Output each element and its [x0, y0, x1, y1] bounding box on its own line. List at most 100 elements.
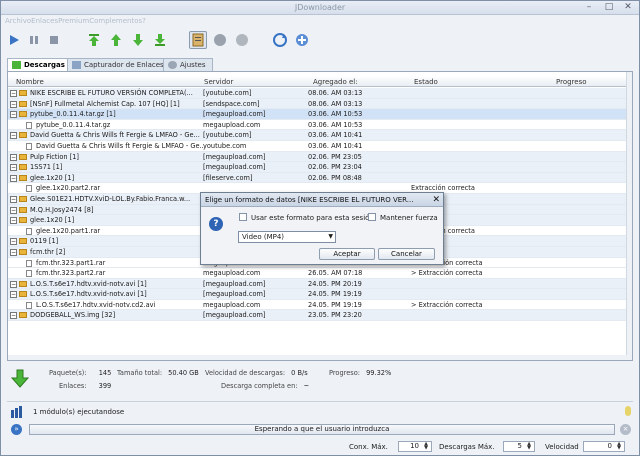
status-progress: Esperando a que el usuario introduzca — [29, 424, 615, 435]
file-icon — [26, 185, 32, 193]
column-state-header[interactable]: Estado — [414, 78, 438, 86]
minimize-button[interactable]: – — [579, 2, 599, 13]
expand-toggle-icon[interactable]: − — [10, 195, 17, 203]
expand-toggle-icon[interactable]: − — [10, 132, 17, 140]
package-row[interactable]: − 1SS71 [1] [megaupload.com] 02.06. PM 23:0… — [8, 162, 628, 173]
accept-button[interactable]: Aceptar — [319, 248, 375, 260]
package-row[interactable]: − Pulp Fiction [1] [megaupload.com] 02.06. … — [8, 151, 628, 163]
download-arrow-icon — [10, 369, 30, 389]
move-down-button[interactable] — [129, 31, 147, 49]
dialog-title-bar: Elige un formato de datos [NIKE ESCRIBE … — [201, 193, 443, 207]
keep-force-checkbox[interactable] — [368, 213, 376, 221]
spinner-arrows-icon[interactable]: ▲ ▼ — [422, 442, 430, 451]
move-up-button[interactable] — [107, 31, 125, 49]
package-name: Pulp Fiction [1] — [30, 152, 79, 161]
package-row[interactable]: − glee.1x20 [1] [fileserve.com] 02.06. PM 0… — [8, 172, 628, 184]
cancel-button[interactable]: Cancelar — [378, 248, 435, 260]
start-button[interactable] — [5, 31, 23, 49]
file-icon — [26, 259, 32, 267]
expand-toggle-icon[interactable]: − — [10, 153, 17, 161]
reconnect-icon — [214, 34, 226, 46]
eta-stat: Descarga completa en: ~ — [221, 382, 310, 390]
file-icon — [26, 227, 32, 235]
format-select[interactable]: Video (MP4) ▼ — [238, 231, 336, 243]
expand-toggle-icon[interactable]: − — [10, 238, 17, 246]
package-row[interactable]: − [NSnF] Fullmetal Alchemist Cap. 107 [HQ… — [8, 98, 628, 110]
expand-toggle-icon[interactable]: − — [10, 280, 17, 288]
package-name: fcm.thr [2] — [30, 247, 66, 256]
question-icon: ? — [209, 217, 223, 231]
package-row[interactable]: − DODGEBALL_WS.img [32] [megaupload.com] 23… — [8, 310, 628, 322]
clipboard-observer-button[interactable] — [189, 31, 207, 49]
folder-icon — [19, 132, 27, 139]
vertical-scrollbar[interactable] — [626, 72, 632, 360]
expand-toggle-icon[interactable]: − — [10, 206, 17, 214]
expand-toggle-icon[interactable]: − — [10, 90, 17, 97]
speed-stat: Velocidad de descargas: 0 B/s — [205, 369, 308, 377]
premium-button[interactable] — [233, 31, 251, 49]
folder-icon — [19, 312, 27, 319]
maximize-button[interactable]: □ — [599, 2, 619, 13]
expand-toggle-icon[interactable]: − — [10, 100, 17, 108]
speed-limit-input[interactable]: 0 ▲ ▼ — [583, 441, 625, 452]
package-name: David Guetta & Chris Wills ft Fergie & L… — [30, 131, 200, 140]
fast-forward-icon[interactable]: » — [11, 424, 22, 435]
added-cell: 24.05. PM 19:19 — [308, 300, 362, 309]
dialog-close-icon[interactable]: ✕ — [432, 195, 440, 205]
added-cell: 02.06. PM 08:48 — [308, 173, 362, 182]
package-row[interactable]: − NIKE ESCRIBE EL FUTURO VERSIÓN COMPLETA… — [8, 88, 628, 99]
expand-toggle-icon[interactable]: − — [10, 312, 17, 320]
expand-toggle-icon[interactable]: − — [10, 248, 17, 256]
server-cell: youtube.com — [203, 141, 247, 150]
column-server-header[interactable]: Servidor — [204, 78, 233, 86]
folder-icon — [19, 100, 27, 107]
menu-bar[interactable]: ArchivoEnlacesPremiumComplementos? — [1, 15, 639, 27]
package-row[interactable]: − L.O.S.T.s6e17.hdtv.xvid-notv.avi [1] [me… — [8, 289, 628, 300]
column-added-header[interactable]: Agregado el: — [313, 78, 358, 86]
file-row[interactable]: pytube_0.0.11.4.tar.gz megaupload.com 03.0… — [8, 120, 628, 131]
use-format-label: Usar este formato para esta sesión — [251, 214, 374, 222]
package-row[interactable]: − pytube_0.0.11.4.tar.gz [1] [megaupload.c… — [8, 109, 628, 120]
file-name: fcm.thr.323.part1.rar — [24, 258, 214, 269]
file-row[interactable]: David Guetta & Chris Wills ft Fergie & L… — [8, 141, 628, 152]
premium-icon — [236, 34, 248, 46]
package-row[interactable]: − David Guetta & Chris Wills ft Fergie & … — [8, 130, 628, 141]
pause-button[interactable] — [25, 31, 43, 49]
column-name-header[interactable]: Nombre — [16, 78, 44, 86]
move-bottom-button[interactable] — [151, 31, 169, 49]
bottom-controls: Conx. Máx. 10 ▲ ▼ Descargas Máx. 5 ▲ ▼ Veloc… — [7, 439, 633, 455]
file-icon — [26, 301, 32, 309]
progress-stat: Progreso: 99.32% — [329, 369, 392, 377]
modules-icon — [11, 406, 23, 418]
expand-toggle-icon[interactable]: − — [10, 164, 17, 172]
reconnect-button[interactable] — [211, 31, 229, 49]
tab-settings[interactable]: Ajustes — [163, 58, 213, 71]
file-row[interactable]: fcm.thr.323.part2.rar megaupload.com 26.05… — [8, 268, 628, 279]
spinner-arrows-icon[interactable]: ▲ ▼ — [615, 442, 623, 451]
package-row[interactable]: − L.O.S.T.s6e17.hdtv.xvid-notv.avi [1] [me… — [8, 278, 628, 290]
expand-toggle-icon[interactable]: − — [10, 174, 17, 182]
horizontal-scrollbar[interactable] — [8, 355, 628, 360]
expand-toggle-icon[interactable]: − — [10, 291, 17, 299]
cancel-status-icon[interactable]: × — [620, 424, 631, 435]
package-name: L.O.S.T.s6e17.hdtv.xvid-notv.avi [1] — [30, 290, 147, 299]
close-button[interactable]: ✕ — [618, 2, 638, 13]
package-name: glee.1x20 [1] — [30, 216, 75, 225]
stop-button[interactable] — [45, 31, 63, 49]
column-progress-header[interactable]: Progreso — [556, 78, 587, 86]
server-cell: [fileserve.com] — [203, 173, 253, 182]
tab-downloads[interactable]: Descargas — [7, 58, 72, 71]
max-downloads-input[interactable]: 5 ▲ ▼ — [503, 441, 535, 452]
use-format-checkbox[interactable] — [239, 213, 247, 221]
update-button[interactable] — [293, 31, 311, 49]
file-row[interactable]: L.O.S.T.s6e17.hdtv.xvid-notv.cd2.avi mega… — [8, 300, 628, 311]
added-cell: 23.05. PM 23:20 — [308, 311, 362, 320]
expand-toggle-icon[interactable]: − — [10, 111, 17, 119]
expand-toggle-icon[interactable]: − — [10, 217, 17, 225]
refresh-button[interactable] — [271, 31, 289, 49]
tab-link-grabber[interactable]: Capturador de Enlaces — [67, 58, 171, 71]
spinner-arrows-icon[interactable]: ▲ ▼ — [525, 442, 533, 451]
max-connections-input[interactable]: 10 ▲ ▼ — [398, 441, 432, 452]
move-top-button[interactable] — [85, 31, 103, 49]
server-cell: [youtube.com] — [203, 89, 252, 97]
